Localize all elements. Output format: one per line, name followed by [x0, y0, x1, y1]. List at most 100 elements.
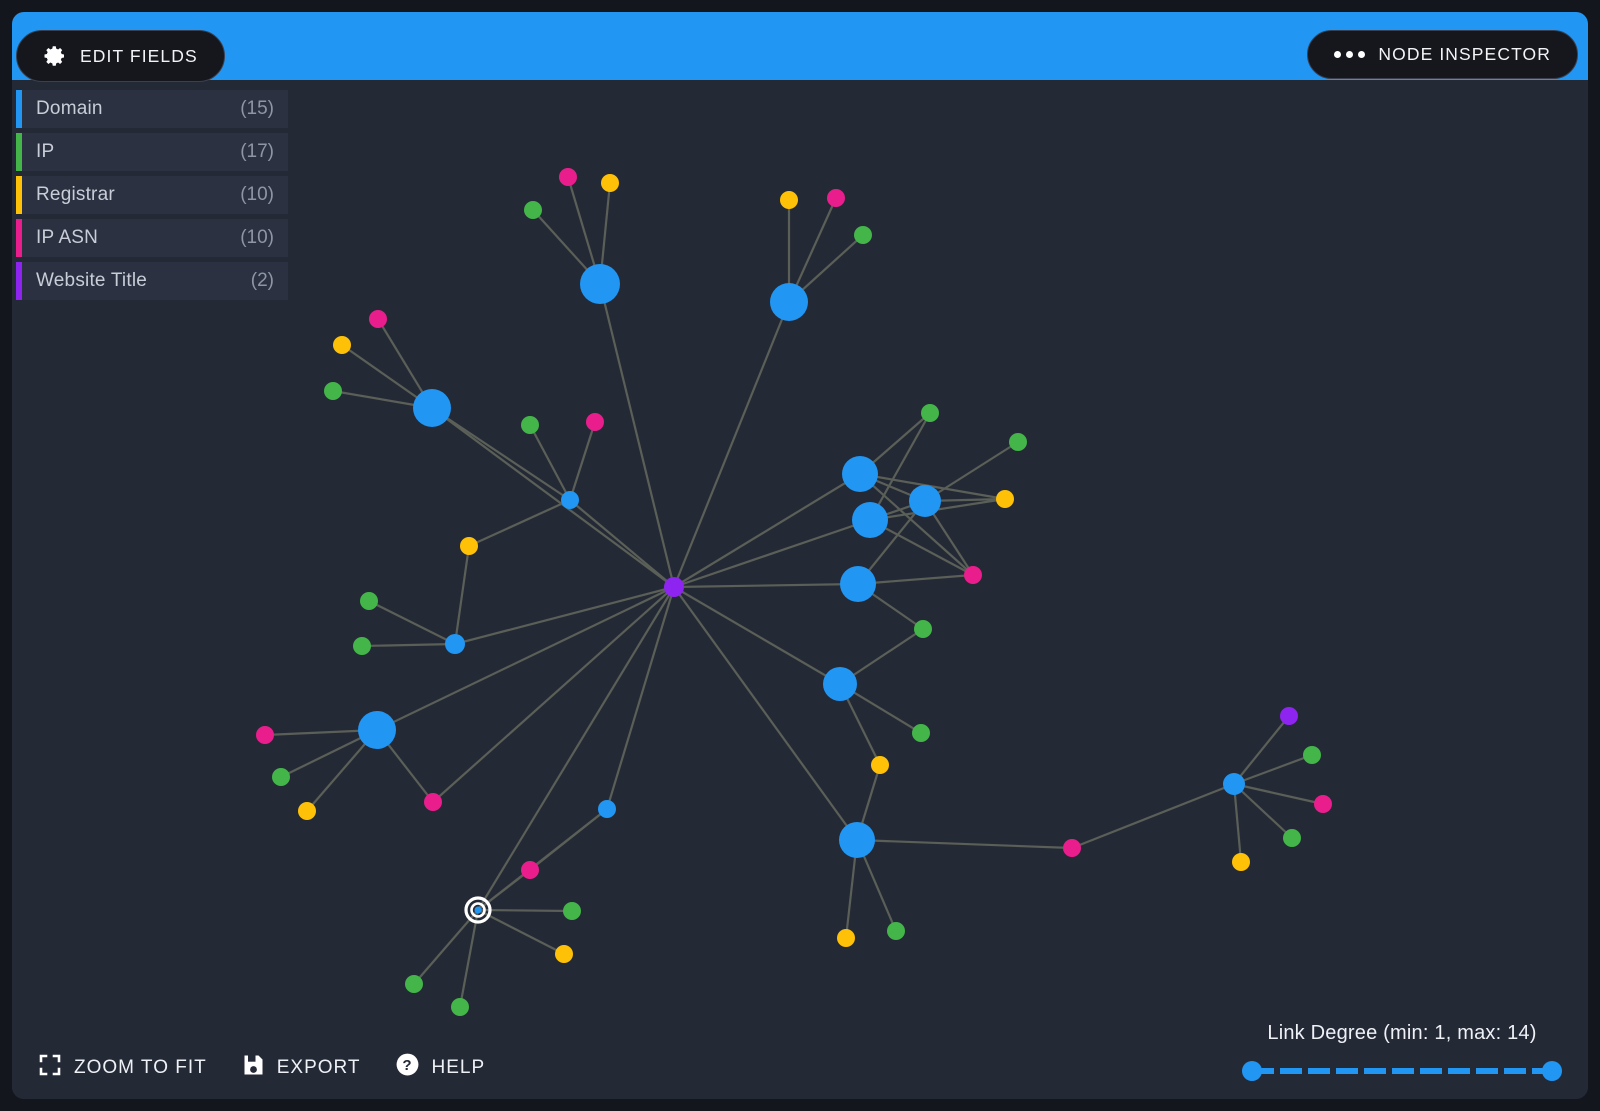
ellipsis-icon	[1334, 51, 1366, 58]
graph-node[interactable]	[921, 404, 939, 422]
graph-edge	[605, 586, 676, 810]
graph-edge	[529, 424, 571, 501]
graph-node[interactable]	[353, 637, 371, 655]
graph-node[interactable]	[842, 456, 878, 492]
graph-node[interactable]	[664, 577, 684, 597]
graph-node[interactable]	[840, 566, 876, 602]
legend-item-label: IP ASN	[36, 227, 99, 248]
graph-edge	[529, 808, 608, 871]
graph-node[interactable]	[333, 336, 351, 354]
help-label: HELP	[431, 1056, 486, 1078]
legend-item[interactable]: Registrar (10)	[16, 176, 288, 214]
slider-handle-max[interactable]	[1542, 1061, 1562, 1081]
export-button[interactable]: EXPORT	[241, 1053, 361, 1083]
graph-edge	[361, 642, 456, 648]
graph-node[interactable]	[474, 906, 482, 914]
graph-edge	[856, 838, 1073, 850]
graph-node[interactable]	[1314, 795, 1332, 813]
graph-node[interactable]	[521, 416, 539, 434]
graph-node[interactable]	[1232, 853, 1250, 871]
graph-node[interactable]	[770, 283, 808, 321]
graph-node[interactable]	[887, 922, 905, 940]
graph-edge	[413, 909, 479, 985]
graph-node[interactable]	[852, 502, 888, 538]
graph-edge	[673, 518, 871, 589]
graph-edge	[673, 586, 841, 685]
app-root: Visualization EDIT FIELDS NODE INSPECTOR…	[0, 0, 1600, 1111]
legend-item[interactable]: Website Title (2)	[16, 262, 288, 300]
link-degree-slider[interactable]	[1242, 1061, 1562, 1081]
graph-edge	[673, 582, 859, 589]
legend-item[interactable]: IP (17)	[16, 133, 288, 171]
graph-node[interactable]	[256, 726, 274, 744]
link-degree-control: Link Degree (min: 1, max: 14)	[1242, 1022, 1562, 1081]
graph-node[interactable]	[1303, 746, 1321, 764]
graph-node[interactable]	[914, 620, 932, 638]
graph-node[interactable]	[460, 537, 478, 555]
graph-node[interactable]	[837, 929, 855, 947]
graph-edge	[477, 586, 675, 911]
graph-edge	[477, 869, 531, 911]
graph-node[interactable]	[871, 756, 889, 774]
graph-node[interactable]	[839, 822, 875, 858]
graph-node[interactable]	[521, 861, 539, 879]
graph-node[interactable]	[601, 174, 619, 192]
legend-item-count: (15)	[240, 98, 274, 119]
graph-node[interactable]	[424, 793, 442, 811]
graph-edge	[1232, 783, 1243, 863]
graph-node[interactable]	[827, 189, 845, 207]
visualization-panel: Visualization EDIT FIELDS NODE INSPECTOR…	[12, 12, 1588, 1099]
graph-edge	[458, 909, 480, 1008]
graph-node[interactable]	[324, 382, 342, 400]
svg-text:?: ?	[402, 1057, 412, 1074]
graph-edge	[1233, 782, 1324, 806]
legend-item-label: Registrar	[36, 184, 115, 205]
graph-node[interactable]	[854, 226, 872, 244]
help-button[interactable]: ? HELP	[395, 1052, 486, 1083]
graph-node[interactable]	[272, 768, 290, 786]
graph-node[interactable]	[823, 667, 857, 701]
graph-node[interactable]	[996, 490, 1014, 508]
node-inspector-label: NODE INSPECTOR	[1378, 44, 1551, 64]
graph-edge	[673, 473, 861, 588]
graph-node[interactable]	[451, 998, 469, 1016]
graph-node[interactable]	[524, 201, 542, 219]
graph-node[interactable]	[964, 566, 982, 584]
graph-node[interactable]	[561, 491, 579, 509]
graph-node[interactable]	[559, 168, 577, 186]
graph-node[interactable]	[780, 191, 798, 209]
graph-node[interactable]	[1283, 829, 1301, 847]
graph-node[interactable]	[586, 413, 604, 431]
graph-node[interactable]	[1223, 773, 1245, 795]
legend-item-label: Website Title	[36, 270, 148, 291]
graph-node[interactable]	[580, 264, 620, 304]
slider-handle-min[interactable]	[1242, 1061, 1262, 1081]
graph-edge	[477, 909, 565, 955]
edit-fields-label: EDIT FIELDS	[80, 45, 198, 66]
edit-fields-button[interactable]: EDIT FIELDS	[16, 30, 225, 82]
graph-node[interactable]	[1063, 839, 1081, 857]
graph-node[interactable]	[555, 945, 573, 963]
node-inspector-button[interactable]: NODE INSPECTOR	[1307, 30, 1578, 79]
graph-node[interactable]	[909, 485, 941, 517]
graph-node[interactable]	[413, 389, 451, 427]
graph-node[interactable]	[298, 802, 316, 820]
export-label: EXPORT	[276, 1056, 361, 1078]
graph-node[interactable]	[563, 902, 581, 920]
legend-item[interactable]: Domain (15)	[16, 90, 288, 128]
graph-node[interactable]	[445, 634, 465, 654]
graph-node[interactable]	[598, 800, 616, 818]
slider-track[interactable]	[1252, 1068, 1552, 1074]
graph-node[interactable]	[1009, 433, 1027, 451]
question-circle-icon: ?	[395, 1052, 420, 1083]
graph-nodes[interactable]	[256, 168, 1332, 1016]
graph-node[interactable]	[369, 310, 387, 328]
graph-node[interactable]	[1280, 707, 1298, 725]
graph-node[interactable]	[912, 724, 930, 742]
legend-item[interactable]: IP ASN (10)	[16, 219, 288, 257]
graph-node[interactable]	[360, 592, 378, 610]
graph-node[interactable]	[405, 975, 423, 993]
zoom-to-fit-button[interactable]: ZOOM TO FIT	[38, 1053, 207, 1083]
graph-node[interactable]	[358, 711, 396, 749]
graph-edge	[431, 407, 571, 501]
